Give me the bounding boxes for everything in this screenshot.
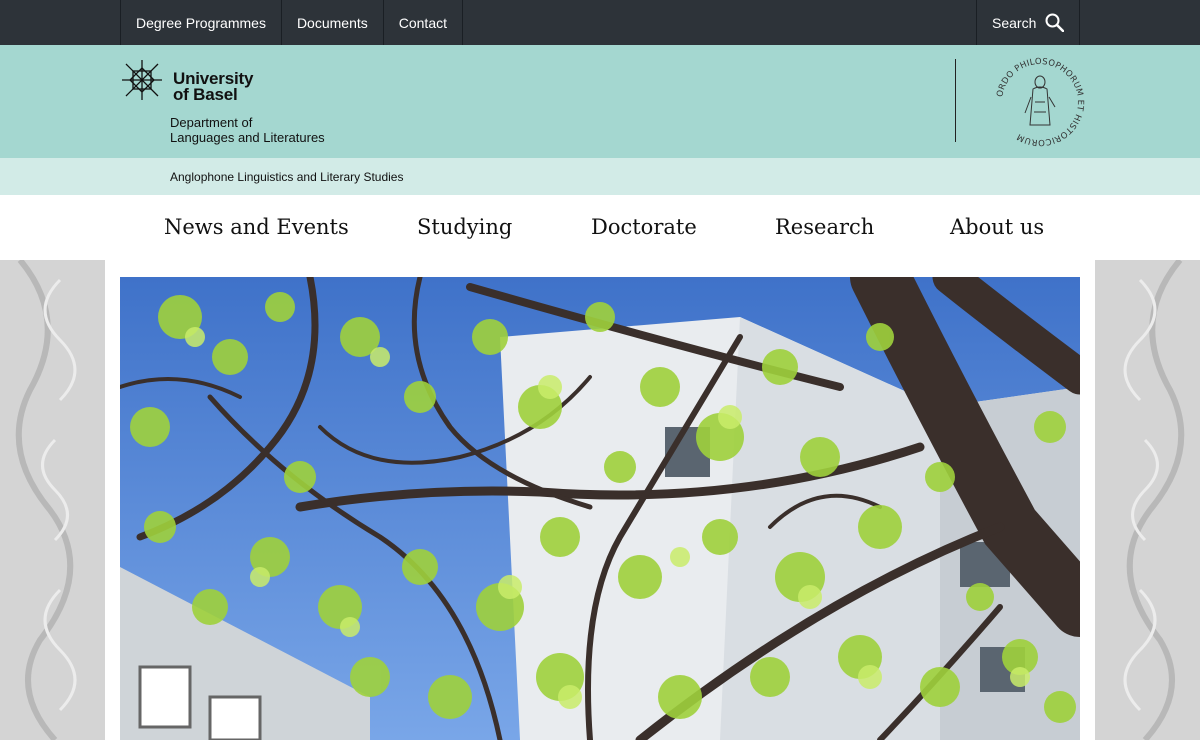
contact-link[interactable]: Contact [384, 0, 463, 45]
university-logo-icon[interactable] [120, 58, 164, 102]
institute-name[interactable]: Anglophone Linguistics and Literary Stud… [170, 170, 403, 184]
nav-about-us[interactable]: About us [950, 215, 1044, 239]
department-name[interactable]: Department of Languages and Literatures [170, 115, 325, 145]
institute-bar: Anglophone Linguistics and Literary Stud… [0, 158, 1200, 195]
nav-research[interactable]: Research [775, 215, 874, 239]
search-label: Search [992, 14, 1037, 31]
search-icon [1045, 13, 1065, 32]
nav-news-and-events[interactable]: News and Events [164, 215, 349, 239]
top-bar: Degree Programmes Documents Contact Sear… [0, 0, 1200, 45]
service-nav: Degree Programmes Documents Contact [120, 0, 463, 45]
documents-link[interactable]: Documents [282, 0, 384, 45]
faculty-seal-icon: ORDO PHILOSOPHORUM ET HISTORICORUM [995, 57, 1084, 147]
hero-image [120, 277, 1080, 740]
main-navigation: News and Events Studying Doctorate Resea… [0, 195, 1200, 260]
dept-line-1: Department of [170, 115, 253, 130]
header-divider [955, 59, 956, 142]
logo-line-2: of Basel [173, 85, 238, 104]
degree-programmes-link[interactable]: Degree Programmes [121, 0, 282, 45]
site-header: University of Basel Department of Langua… [0, 45, 1200, 158]
nav-doctorate[interactable]: Doctorate [591, 215, 697, 239]
search-button[interactable]: Search [976, 0, 1080, 45]
university-logo-text[interactable]: University of Basel [173, 70, 253, 104]
nav-studying[interactable]: Studying [417, 215, 512, 239]
dept-line-2: Languages and Literatures [170, 130, 325, 145]
